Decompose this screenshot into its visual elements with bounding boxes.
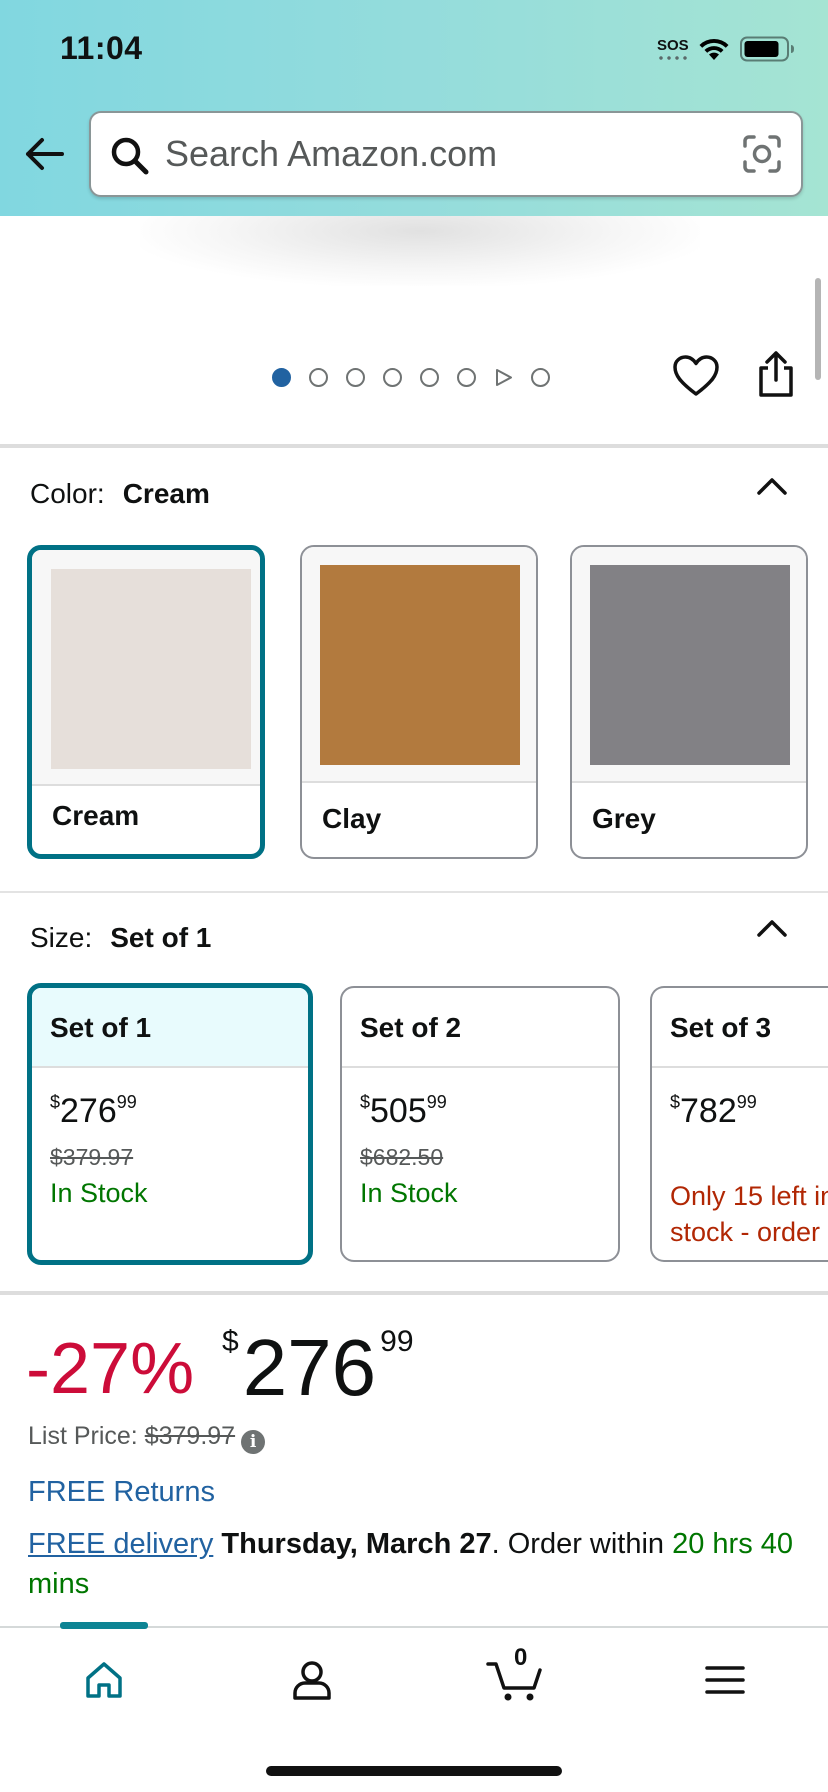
size-option-title: Set of 3 [652,988,828,1068]
section-divider [0,891,828,893]
home-icon[interactable] [82,1658,126,1702]
carousel-dot[interactable] [309,367,328,387]
color-option-clay[interactable]: Clay [300,545,538,859]
swatch-label: Clay [322,803,382,834]
size-option-set-of-2[interactable]: Set of 2 $50599 $682.50 In Stock [340,986,620,1262]
heart-icon[interactable] [672,354,720,398]
carousel-dot[interactable] [457,367,476,387]
wifi-icon [699,38,729,60]
size-option-title: Set of 1 [32,988,308,1068]
swatch-image-frame [32,550,260,786]
size-option-title: Set of 2 [342,988,618,1068]
list-price: List Price: $379.97 i [28,1422,266,1454]
swatch-label: Cream [52,800,140,831]
signal-dots-icon [657,56,689,60]
carousel-dot[interactable] [531,367,550,387]
size-option-availability: Only 15 left in stock - order soon. [670,1181,828,1260]
product-image [140,216,700,286]
carousel-dot[interactable] [420,367,439,387]
swatch-image-frame [302,547,536,783]
search-bar[interactable] [89,111,803,197]
size-option-list-price: $379.97 [50,1144,134,1170]
carousel-dot[interactable] [346,367,365,387]
size-label: Size: Set of 1 [30,922,211,954]
camera-search-icon[interactable] [741,133,783,175]
current-price: $276 99 [222,1323,414,1412]
scrollbar[interactable] [815,278,821,380]
size-option-availability: In Stock [50,1178,148,1208]
delivery-message: FREE delivery Thursday, March 27. Order … [28,1528,794,1600]
carousel-dot[interactable] [272,367,291,387]
color-label-text: Color: [30,478,105,509]
account-icon[interactable] [290,1658,334,1702]
chevron-up-icon[interactable] [756,916,788,940]
section-divider [0,1291,828,1295]
home-indicator [266,1766,562,1776]
chevron-up-icon[interactable] [756,474,788,498]
color-option-grey[interactable]: Grey [570,545,808,859]
swatch-image [590,565,790,765]
size-option-list-price: $682.50 [360,1144,444,1170]
section-divider [0,444,828,448]
carousel-dot[interactable] [383,367,402,387]
active-tab-indicator [60,1622,148,1629]
size-option-price: $78299 [670,1092,757,1130]
status-time: 11:04 [60,30,143,66]
size-option-availability: In Stock [360,1178,458,1208]
search-input[interactable] [165,125,725,183]
size-option-set-of-3[interactable]: Set of 3 $78299 Only 15 left in stock - … [650,986,828,1262]
size-selected-value: Set of 1 [110,922,212,953]
cart-count: 0 [514,1644,528,1671]
free-delivery-link[interactable]: FREE delivery [28,1528,213,1560]
discount-percent: -27% [26,1329,195,1409]
color-selected-value: Cream [122,478,210,509]
status-sos: SOS [657,37,689,54]
size-option-price: $27699 [50,1092,137,1130]
share-icon[interactable] [756,350,796,398]
battery-icon [740,36,794,62]
swatch-label: Grey [592,803,656,834]
swatch-image [320,565,520,765]
size-label-text: Size: [30,922,93,953]
free-returns-link[interactable]: FREE Returns [28,1476,215,1509]
search-icon [111,137,149,175]
delivery-date: Thursday, March 27 [221,1528,492,1560]
app-header: 11:04 SOS [0,0,828,216]
video-play-icon[interactable] [494,368,513,387]
info-icon[interactable]: i [241,1430,266,1454]
swatch-image [51,569,251,769]
swatch-image-frame [572,547,806,783]
carousel-indicator [272,366,550,388]
size-option-price: $50599 [360,1092,447,1130]
product-image-carousel[interactable] [0,216,828,446]
size-option-set-of-1[interactable]: Set of 1 $27699 $379.97 In Stock [27,983,313,1265]
menu-icon[interactable] [704,1658,746,1702]
back-arrow-icon[interactable] [22,132,66,176]
cart-button[interactable]: 0 [486,1644,546,1704]
color-label: Color: Cream [30,478,210,510]
color-option-cream[interactable]: Cream [27,545,265,859]
